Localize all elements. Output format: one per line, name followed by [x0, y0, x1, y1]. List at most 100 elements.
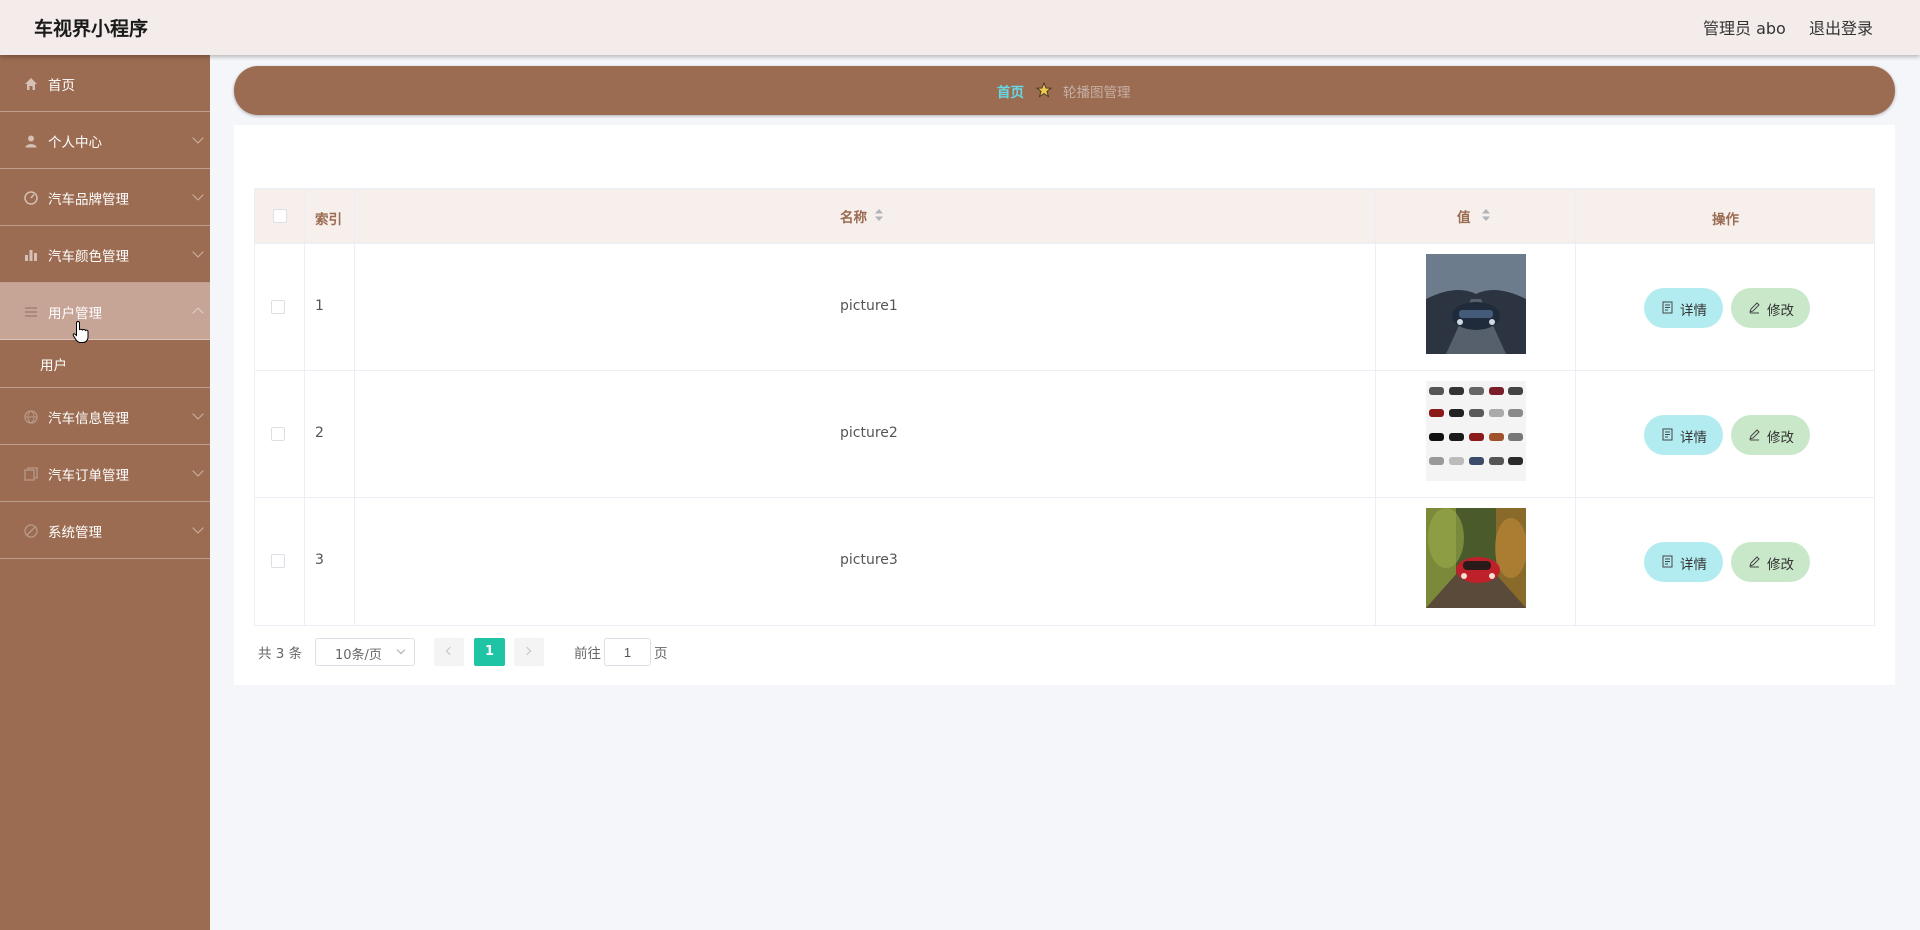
chevron-left-icon [445, 646, 455, 656]
copy-icon [24, 467, 38, 481]
edit-button[interactable]: 修改 [1731, 415, 1810, 455]
detail-button-label: 详情 [1680, 430, 1707, 445]
edit-button[interactable]: 修改 [1731, 288, 1810, 328]
admin-user-label: 管理员 abo [1703, 19, 1786, 38]
red-car-forest-photo[interactable] [1426, 508, 1526, 608]
car-grid-catalog-photo[interactable] [1426, 381, 1526, 481]
bar-chart-icon [25, 250, 37, 261]
cell-value [1376, 371, 1576, 497]
pencil-icon [1749, 429, 1760, 441]
chevron-down-icon [396, 645, 406, 655]
cell-value [1376, 498, 1576, 625]
edit-button-label: 修改 [1767, 430, 1794, 445]
list-icon [25, 307, 37, 317]
cell-name: picture2 [355, 371, 1376, 497]
goto-page-input[interactable] [604, 638, 651, 666]
breadcrumb-home-link[interactable]: 首页 [997, 81, 1024, 101]
page-unit-label: 页 [654, 646, 668, 662]
cell-select [255, 244, 305, 370]
header-value[interactable]: 值 [1457, 206, 1471, 226]
header-name[interactable]: 名称 [840, 206, 867, 226]
app-title: 车视界小程序 [34, 18, 149, 40]
sidebar-item-user-management[interactable]: 用户管理 [0, 283, 210, 340]
table-row: 1 picture1 详情 修改 [255, 244, 1874, 371]
cell-select [255, 498, 305, 625]
row-index: 3 [315, 552, 324, 568]
hand-cursor-icon [72, 320, 89, 343]
row-name: picture2 [840, 425, 898, 441]
sidebar-item-system-management[interactable]: 系统管理 [0, 502, 210, 559]
sort-icon[interactable] [1482, 209, 1490, 221]
sidebar-item-label: 首页 [48, 78, 75, 94]
row-checkbox[interactable] [271, 300, 285, 314]
detail-button[interactable]: 详情 [1644, 288, 1723, 328]
pencil-icon [1749, 556, 1760, 568]
edit-button[interactable]: 修改 [1731, 542, 1810, 582]
cell-index: 3 [305, 498, 355, 625]
header-actions: 操作 [1712, 212, 1739, 228]
header-cell-name: 名称 [355, 189, 1376, 243]
pagination-total: 共 3 条 [258, 646, 303, 662]
breadcrumb: 首页 轮播图管理 [234, 66, 1895, 115]
document-icon [1662, 301, 1673, 314]
table-row: 2 picture2 详情 修改 [255, 371, 1874, 498]
sidebar-item-label: 汽车品牌管理 [48, 192, 129, 208]
table-row: 3 picture3 详情 修改 [255, 498, 1874, 625]
chevron-down-icon [192, 522, 204, 534]
cell-select [255, 371, 305, 497]
edit-button-label: 修改 [1767, 557, 1794, 572]
detail-button[interactable]: 详情 [1644, 415, 1723, 455]
row-checkbox[interactable] [271, 427, 285, 441]
sidebar-subitem-users[interactable]: 用户 [0, 338, 210, 388]
dark-car-road-photo[interactable] [1426, 254, 1526, 354]
sidebar-item-label: 个人中心 [48, 135, 102, 151]
next-page-button[interactable] [514, 638, 544, 666]
goto-label: 前往 [574, 646, 601, 662]
sidebar-item-label: 系统管理 [48, 525, 102, 541]
sidebar-item-label: 汽车颜色管理 [48, 249, 129, 265]
cell-name: picture3 [355, 498, 1376, 625]
sidebar-item-order-management[interactable]: 汽车订单管理 [0, 445, 210, 502]
sidebar-item-car-info-management[interactable]: 汽车信息管理 [0, 388, 210, 445]
sidebar-subitem-label: 用户 [40, 358, 67, 374]
page-size-select[interactable]: 10条/页 [315, 638, 415, 666]
breadcrumb-current: 轮播图管理 [1063, 85, 1131, 101]
detail-button[interactable]: 详情 [1644, 542, 1723, 582]
cell-index: 1 [305, 244, 355, 370]
sidebar-item-home[interactable]: 首页 [0, 55, 210, 112]
globe-icon [24, 410, 38, 424]
page-number-current[interactable]: 1 [474, 638, 505, 666]
table-header: 索引 名称 值 操作 [255, 189, 1874, 244]
header-cell-value: 值 [1376, 189, 1576, 243]
header-cell-index: 索引 [305, 189, 355, 243]
chevron-down-icon [192, 465, 204, 477]
row-index: 2 [315, 425, 324, 441]
chevron-right-icon [522, 646, 532, 656]
sort-icon[interactable] [875, 209, 883, 221]
sidebar-item-personal-center[interactable]: 个人中心 [0, 112, 210, 169]
sidebar-item-label: 汽车信息管理 [48, 411, 129, 427]
data-table: 索引 名称 值 操作 1 picture1 详情 修改 2 picture2 详… [254, 188, 1875, 626]
sidebar-item-color-management[interactable]: 汽车颜色管理 [0, 226, 210, 283]
document-icon [1662, 555, 1673, 568]
prev-page-button[interactable] [434, 638, 464, 666]
select-all-checkbox[interactable] [273, 209, 287, 223]
header-cell-actions: 操作 [1576, 189, 1874, 243]
sidebar-item-label: 汽车订单管理 [48, 468, 129, 484]
cell-value [1376, 244, 1576, 370]
sidebar-item-label: 用户管理 [48, 306, 102, 322]
gauge-icon [24, 191, 38, 205]
cell-actions: 详情 修改 [1576, 371, 1874, 497]
chevron-down-icon [192, 189, 204, 201]
compass-icon [24, 524, 38, 538]
row-index: 1 [315, 298, 324, 314]
cell-name: picture1 [355, 244, 1376, 370]
home-icon [25, 78, 37, 90]
sidebar-item-brand-management[interactable]: 汽车品牌管理 [0, 169, 210, 226]
page-size-value: 10条/页 [335, 648, 382, 663]
row-checkbox[interactable] [271, 554, 285, 568]
document-icon [1662, 428, 1673, 441]
chevron-up-icon [192, 307, 204, 319]
logout-button[interactable]: 退出登录 [1809, 15, 1873, 39]
sidebar: 首页 个人中心 汽车品牌管理 汽车颜色管理 用户管理 用户 汽车信息管理 汽车订… [0, 55, 210, 930]
